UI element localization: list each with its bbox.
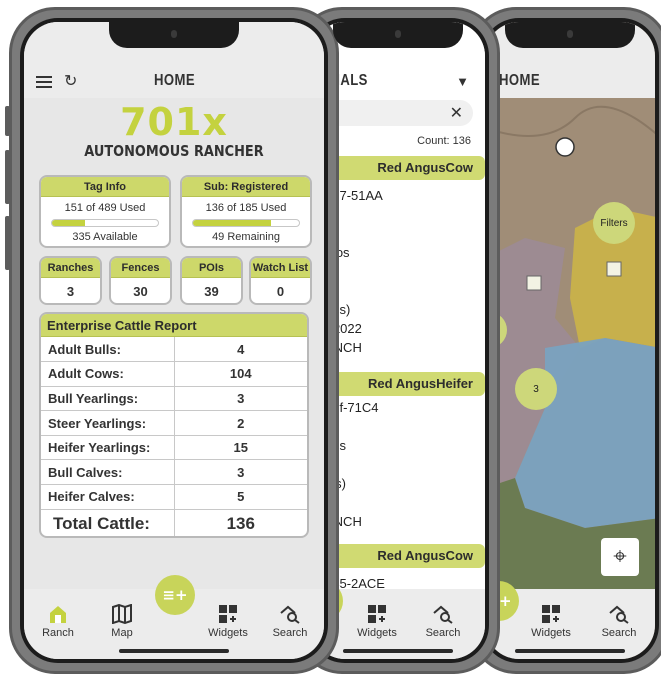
filter-icon[interactable]: ▼ — [456, 74, 469, 89]
search-icon — [262, 603, 318, 625]
notch — [333, 22, 463, 48]
poi-icon[interactable] — [555, 137, 575, 157]
tab-map[interactable]: Map — [94, 603, 150, 639]
tag-progress-bar — [51, 219, 159, 227]
sub-registered-card[interactable]: Sub: Registered 136 of 185 Used 49 Remai… — [180, 175, 312, 248]
tab-widgets[interactable]: Widgets — [523, 603, 579, 639]
waypoint-icon[interactable] — [526, 275, 542, 291]
phone-home: ↻ HOME 701x AUTONOMOUS RANCHER Tag Info … — [5, 7, 339, 674]
tab-widgets[interactable]: Widgets — [349, 603, 405, 639]
sub-used: 136 of 185 Used — [205, 202, 287, 214]
tab-bar: Ranch Map ≡+ Widgets Search — [24, 575, 324, 659]
notch — [109, 22, 239, 48]
tab-search[interactable]: Search — [415, 603, 471, 639]
tab-ranch[interactable]: Ranch — [30, 603, 86, 639]
tag-available: 335 Available — [72, 231, 138, 243]
animal-count: Count: 136 — [417, 135, 471, 147]
search-icon — [415, 603, 471, 625]
home-screen: ↻ HOME 701x AUTONOMOUS RANCHER Tag Info … — [24, 22, 324, 659]
clear-icon[interactable]: ✕ — [450, 103, 463, 123]
table-row: Adult Bulls: 4 — [41, 337, 307, 363]
widgets-icon — [523, 603, 579, 625]
report-title: Enterprise Cattle Report — [41, 314, 307, 337]
cattle-report: Enterprise Cattle Report Adult Bulls: 4 A… — [39, 312, 309, 538]
tab-widgets[interactable]: Widgets — [200, 603, 256, 639]
table-row: Bull Yearlings: 3 — [41, 386, 307, 412]
stat-ranches[interactable]: Ranches 3 — [39, 256, 102, 305]
ranch-icon — [30, 603, 86, 625]
widgets-icon — [200, 603, 256, 625]
table-row: Heifer Yearlings: 15 — [41, 435, 307, 461]
map-screen: HOME Filters 3 ⌖ ≡+ Widget — [485, 22, 655, 659]
brand-name: AUTONOMOUS RANCHER — [84, 142, 264, 160]
page-title: HOME — [154, 72, 195, 89]
total-row: Total Cattle: 136 — [41, 509, 307, 536]
table-row: Bull Calves: 3 — [41, 459, 307, 486]
cluster-marker[interactable]: 3 — [515, 368, 557, 410]
notch — [505, 22, 635, 48]
table-row: Heifer Calves: 5 — [41, 484, 307, 510]
table-row: Adult Cows: 104 — [41, 361, 307, 387]
waypoint-icon[interactable] — [606, 261, 622, 277]
tag-used: 151 of 489 Used — [64, 202, 146, 214]
brand-number: 701x — [120, 100, 228, 144]
card-title: Tag Info — [41, 177, 169, 197]
stat-pois[interactable]: POIs 39 — [180, 256, 243, 305]
sub-progress-bar — [192, 219, 300, 227]
add-button[interactable]: ≡+ — [155, 575, 195, 615]
map-icon — [94, 603, 150, 625]
tab-bar: ≡+ Widgets Search — [485, 581, 655, 659]
search-icon — [591, 603, 647, 625]
menu-icon[interactable] — [36, 76, 52, 88]
page-title: HOME — [499, 72, 540, 89]
widgets-icon — [349, 603, 405, 625]
refresh-icon[interactable]: ↻ — [64, 71, 77, 91]
stat-fences[interactable]: Fences 30 — [109, 256, 172, 305]
locate-button[interactable]: ⌖ — [601, 538, 639, 576]
table-row: Steer Yearlings: 2 — [41, 410, 307, 436]
sub-remaining: 49 Remaining — [212, 231, 280, 243]
report-table: Adult Bulls: 4 Adult Cows: 104 Bull Yearli… — [41, 337, 307, 536]
tag-info-card[interactable]: Tag Info 151 of 489 Used 335 Available — [39, 175, 171, 248]
stat-watch-list[interactable]: Watch List 0 — [249, 256, 312, 305]
filters-button[interactable]: Filters — [593, 202, 635, 244]
card-title: Sub: Registered — [182, 177, 310, 197]
tab-search[interactable]: Search — [591, 603, 647, 639]
tab-search[interactable]: Search — [262, 603, 318, 639]
